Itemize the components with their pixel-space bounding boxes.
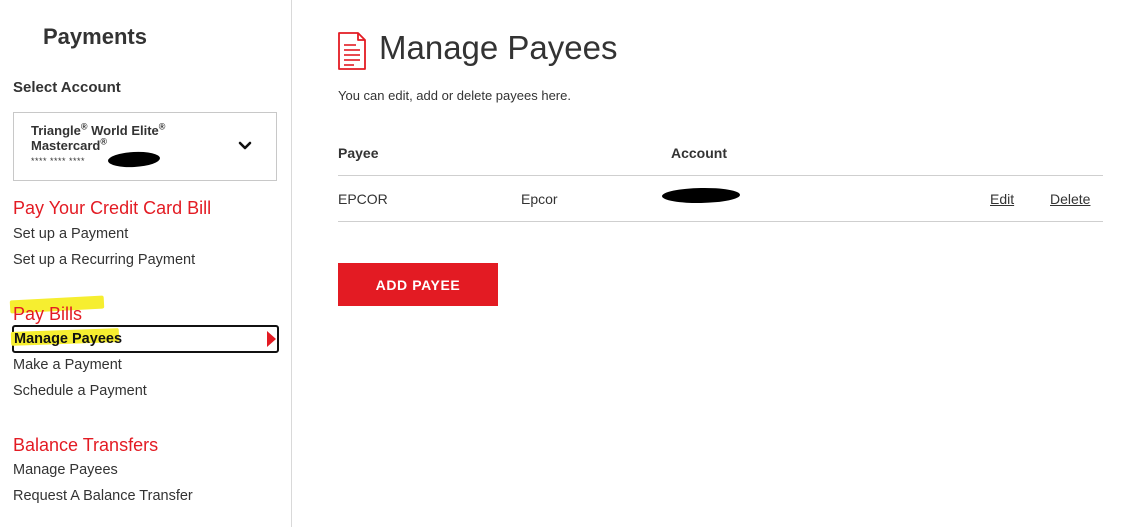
redaction-mark	[107, 150, 161, 169]
delete-payee-link[interactable]: Delete	[1050, 191, 1090, 207]
sidebar: Payments Select Account Triangle® World …	[0, 0, 292, 527]
section-heading-pay-credit-card: Pay Your Credit Card Bill	[13, 198, 212, 218]
edit-payee-link[interactable]: Edit	[990, 191, 1014, 207]
sidebar-title: Payments	[43, 24, 147, 49]
sidebar-item-recurring-payment[interactable]: Set up a Recurring Payment	[13, 252, 195, 268]
page-subtitle: You can edit, add or delete payees here.	[338, 88, 571, 103]
sidebar-item-bt-manage-payees[interactable]: Manage Payees	[13, 462, 118, 478]
column-header-payee: Payee	[338, 145, 379, 161]
sidebar-item-make-payment[interactable]: Make a Payment	[13, 357, 122, 373]
payee-nickname: Epcor	[521, 191, 558, 207]
page-title: Manage Payees	[379, 29, 618, 66]
payee-name: EPCOR	[338, 191, 388, 207]
sidebar-item-schedule-payment[interactable]: Schedule a Payment	[13, 383, 147, 399]
add-payee-button[interactable]: ADD PAYEE	[338, 263, 498, 306]
document-icon	[338, 32, 366, 70]
account-selector[interactable]: Triangle® World Elite® Mastercard® **** …	[13, 112, 277, 181]
sidebar-item-request-balance-transfer[interactable]: Request A Balance Transfer	[13, 488, 193, 504]
select-account-label: Select Account	[13, 79, 121, 96]
table-divider	[338, 221, 1103, 222]
column-header-account: Account	[671, 145, 727, 161]
section-heading-pay-bills: Pay Bills	[13, 304, 83, 324]
table-divider	[338, 175, 1103, 176]
chevron-down-icon[interactable]	[238, 139, 252, 153]
active-arrow-icon	[267, 331, 276, 347]
section-heading-balance-transfers: Balance Transfers	[13, 435, 159, 455]
account-masked-number: **** **** ****	[31, 156, 86, 166]
sidebar-item-set-up-payment[interactable]: Set up a Payment	[13, 226, 128, 242]
redaction-mark	[661, 187, 741, 204]
sidebar-item-manage-payees[interactable]: Manage Payees	[14, 331, 122, 347]
account-name: Triangle® World Elite® Mastercard®	[31, 121, 166, 153]
